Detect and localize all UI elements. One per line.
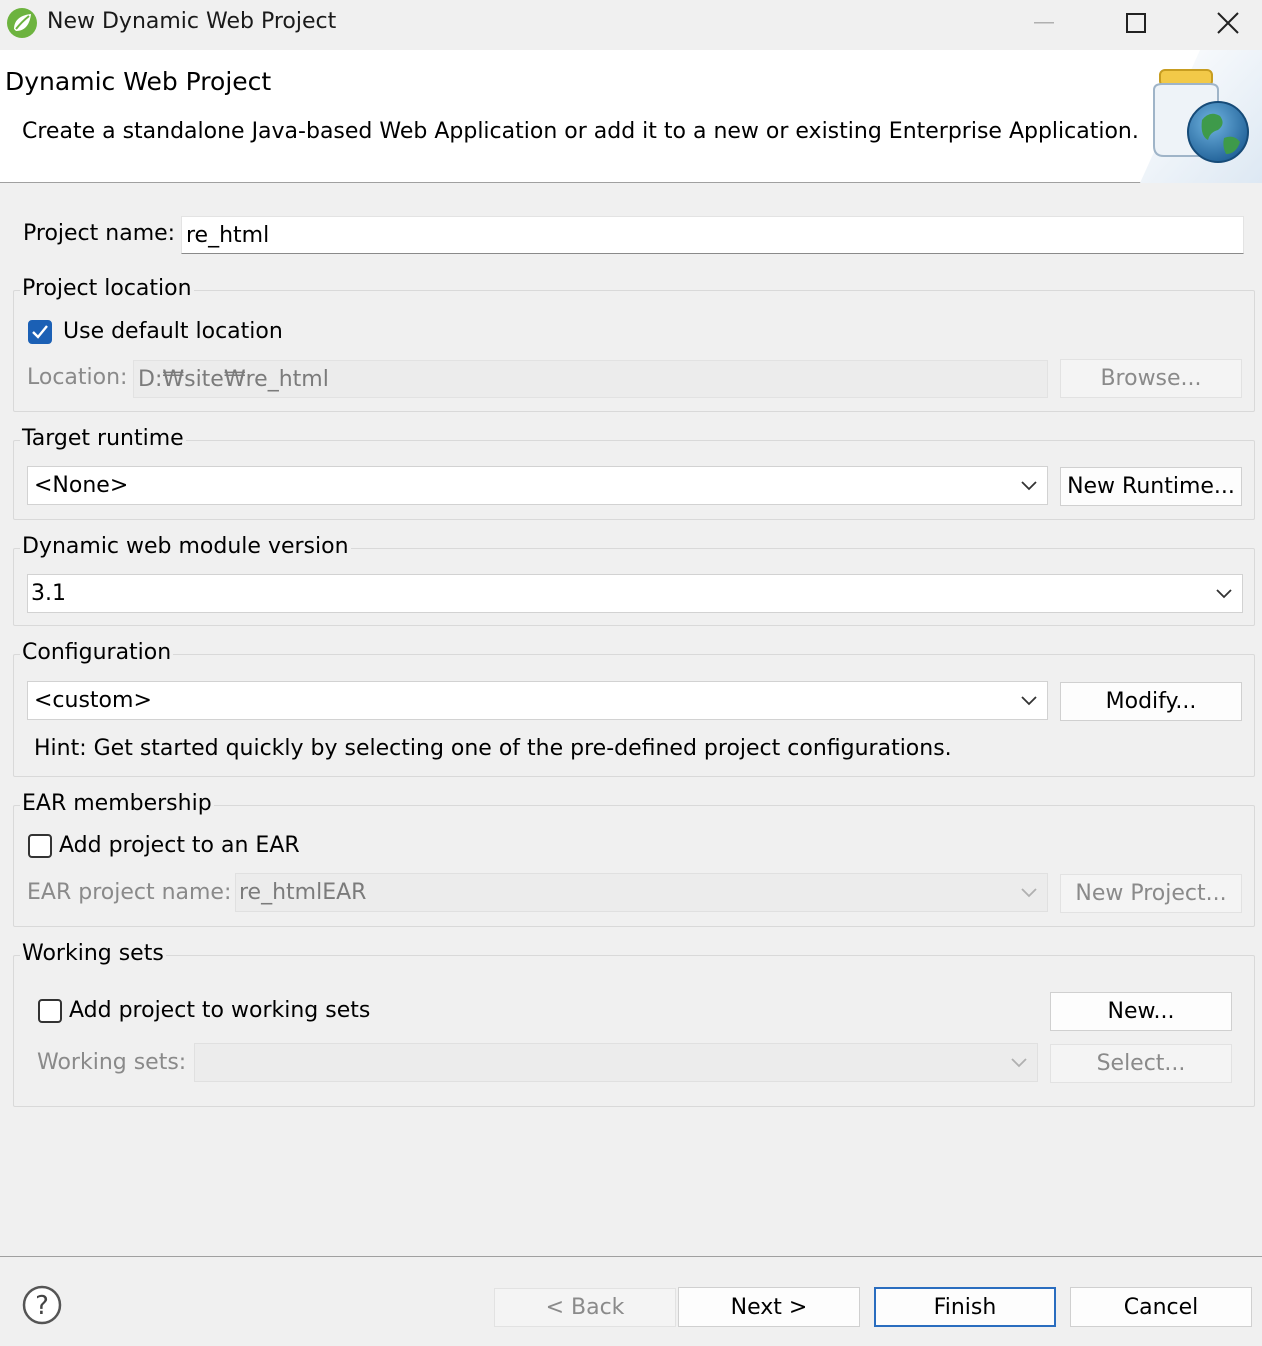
minimize-button[interactable] bbox=[998, 0, 1090, 46]
wizard-banner: Dynamic Web Project Create a standalone … bbox=[0, 50, 1262, 183]
window-title: New Dynamic Web Project bbox=[47, 9, 337, 34]
back-label: < Back bbox=[545, 1295, 625, 1320]
working-sets-select[interactable] bbox=[194, 1043, 1038, 1082]
cancel-button[interactable]: Cancel bbox=[1070, 1287, 1252, 1327]
maximize-icon bbox=[1126, 13, 1146, 33]
location-field[interactable]: D:₩site₩re_html bbox=[133, 360, 1048, 398]
chevron-down-icon bbox=[1021, 887, 1037, 897]
configuration-value: <custom> bbox=[34, 688, 152, 713]
modify-label: Modify... bbox=[1105, 689, 1197, 714]
select-working-sets-button[interactable]: Select... bbox=[1050, 1044, 1232, 1083]
maximize-button[interactable] bbox=[1090, 0, 1182, 46]
location-value: D:₩site₩re_html bbox=[138, 366, 329, 392]
project-name-label: Project name: bbox=[23, 221, 176, 246]
modify-button[interactable]: Modify... bbox=[1060, 682, 1242, 721]
back-button[interactable]: < Back bbox=[494, 1288, 676, 1327]
page-description: Create a standalone Java-based Web Appli… bbox=[22, 119, 1139, 144]
target-runtime-legend: Target runtime bbox=[20, 426, 186, 451]
new-working-set-button[interactable]: New... bbox=[1050, 992, 1232, 1031]
browse-button[interactable]: Browse... bbox=[1060, 359, 1242, 398]
chevron-down-icon bbox=[1011, 1057, 1027, 1067]
footer-separator bbox=[0, 1256, 1262, 1257]
target-runtime-value: <None> bbox=[34, 473, 129, 498]
use-default-location-checkbox[interactable] bbox=[28, 320, 52, 344]
ear-project-name-select[interactable]: re_htmlEAR bbox=[235, 873, 1048, 912]
close-icon bbox=[1217, 12, 1239, 34]
chevron-down-icon bbox=[1021, 480, 1037, 490]
add-to-ear-checkbox[interactable] bbox=[28, 834, 52, 858]
finish-label: Finish bbox=[933, 1294, 997, 1320]
target-runtime-select[interactable]: <None> bbox=[27, 466, 1048, 505]
next-label: Next > bbox=[730, 1294, 808, 1320]
svg-text:?: ? bbox=[35, 1291, 49, 1321]
project-location-legend: Project location bbox=[20, 276, 194, 301]
add-to-working-sets-label[interactable]: Add project to working sets bbox=[69, 998, 370, 1023]
add-to-ear-label[interactable]: Add project to an EAR bbox=[59, 833, 300, 858]
configuration-legend: Configuration bbox=[20, 640, 174, 665]
module-version-legend: Dynamic web module version bbox=[20, 534, 351, 559]
select-working-sets-label: Select... bbox=[1096, 1051, 1186, 1076]
module-version-select[interactable]: 3.1 bbox=[27, 574, 1243, 613]
next-button[interactable]: Next > bbox=[678, 1287, 860, 1327]
configuration-hint: Hint: Get started quickly by selecting o… bbox=[34, 736, 952, 761]
location-label: Location: bbox=[27, 365, 128, 390]
new-ear-project-label: New Project... bbox=[1075, 881, 1227, 906]
new-runtime-label: New Runtime... bbox=[1067, 474, 1235, 499]
finish-button[interactable]: Finish bbox=[874, 1287, 1056, 1327]
jar-globe-icon bbox=[1140, 50, 1262, 183]
add-to-working-sets-checkbox[interactable] bbox=[38, 999, 62, 1023]
working-sets-label: Working sets: bbox=[37, 1050, 187, 1075]
help-button[interactable]: ? bbox=[22, 1285, 62, 1325]
working-sets-group bbox=[13, 955, 1255, 1107]
help-icon: ? bbox=[22, 1285, 62, 1325]
use-default-location-label[interactable]: Use default location bbox=[63, 319, 283, 344]
title-bar: New Dynamic Web Project bbox=[0, 0, 1262, 50]
ear-membership-legend: EAR membership bbox=[20, 791, 214, 816]
spring-app-icon bbox=[7, 8, 37, 38]
close-button[interactable] bbox=[1182, 0, 1262, 46]
checkmark-icon bbox=[32, 325, 48, 339]
ear-project-name-label: EAR project name: bbox=[27, 880, 232, 905]
project-name-field[interactable]: re_html bbox=[181, 216, 1244, 254]
module-version-value: 3.1 bbox=[31, 581, 66, 606]
project-name-value: re_html bbox=[186, 222, 270, 248]
minimize-icon bbox=[1034, 22, 1054, 24]
configuration-select[interactable]: <custom> bbox=[27, 681, 1048, 720]
chevron-down-icon bbox=[1216, 588, 1232, 598]
new-runtime-button[interactable]: New Runtime... bbox=[1060, 467, 1242, 506]
chevron-down-icon bbox=[1021, 695, 1037, 705]
working-sets-legend: Working sets bbox=[20, 941, 166, 966]
new-working-set-label: New... bbox=[1107, 999, 1175, 1024]
page-title: Dynamic Web Project bbox=[5, 67, 272, 96]
browse-label: Browse... bbox=[1100, 366, 1202, 391]
new-ear-project-button[interactable]: New Project... bbox=[1060, 874, 1242, 913]
cancel-label: Cancel bbox=[1123, 1294, 1199, 1320]
ear-project-name-value: re_htmlEAR bbox=[239, 880, 367, 905]
